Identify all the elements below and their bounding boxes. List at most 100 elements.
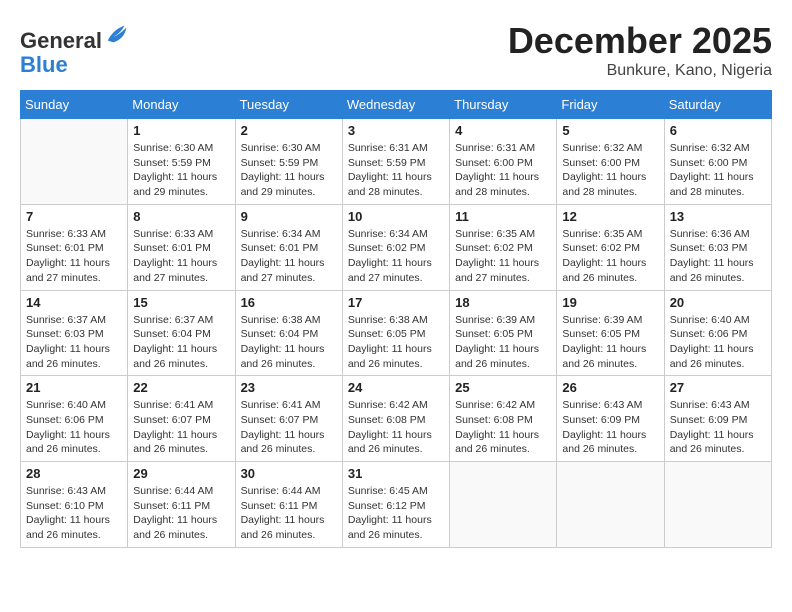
weekday-header-monday: Monday (128, 91, 235, 119)
day-number: 26 (562, 380, 658, 395)
logo-general: General (20, 28, 102, 53)
day-number: 18 (455, 295, 551, 310)
day-number: 3 (348, 123, 444, 138)
day-info: Sunrise: 6:45 AMSunset: 6:12 PMDaylight:… (348, 484, 444, 543)
calendar-cell: 1 Sunrise: 6:30 AMSunset: 5:59 PMDaylight… (128, 119, 235, 205)
calendar-cell: 13 Sunrise: 6:36 AMSunset: 6:03 PMDayligh… (664, 204, 771, 290)
day-number: 12 (562, 209, 658, 224)
day-number: 20 (670, 295, 766, 310)
day-number: 2 (241, 123, 337, 138)
day-info: Sunrise: 6:37 AMSunset: 6:04 PMDaylight:… (133, 313, 229, 372)
day-number: 5 (562, 123, 658, 138)
calendar-week-1: 1 Sunrise: 6:30 AMSunset: 5:59 PMDaylight… (21, 119, 772, 205)
calendar-cell: 12 Sunrise: 6:35 AMSunset: 6:02 PMDayligh… (557, 204, 664, 290)
day-info: Sunrise: 6:30 AMSunset: 5:59 PMDaylight:… (241, 141, 337, 200)
page-header: General Blue December 2025 Bunkure, Kano… (20, 20, 772, 80)
calendar-cell: 30Sunrise: 6:44 AMSunset: 6:11 PMDayligh… (235, 462, 342, 548)
calendar-cell: 21 Sunrise: 6:40 AMSunset: 6:06 PMDayligh… (21, 376, 128, 462)
logo-bird-icon (104, 20, 132, 48)
day-info: Sunrise: 6:35 AMSunset: 6:02 PMDaylight:… (562, 227, 658, 286)
day-number: 30 (241, 466, 337, 481)
calendar-cell: 17 Sunrise: 6:38 AMSunset: 6:05 PMDayligh… (342, 290, 449, 376)
day-number: 15 (133, 295, 229, 310)
day-info: Sunrise: 6:40 AMSunset: 6:06 PMDaylight:… (26, 398, 122, 457)
calendar-cell: 3Sunrise: 6:31 AMSunset: 5:59 PMDaylight… (342, 119, 449, 205)
calendar-cell: 28 Sunrise: 6:43 AMSunset: 6:10 PMDayligh… (21, 462, 128, 548)
day-number: 13 (670, 209, 766, 224)
day-info: Sunrise: 6:43 AMSunset: 6:09 PMDaylight:… (670, 398, 766, 457)
day-number: 9 (241, 209, 337, 224)
day-info: Sunrise: 6:34 AMSunset: 6:01 PMDaylight:… (241, 227, 337, 286)
calendar-cell: 10Sunrise: 6:34 AMSunset: 6:02 PMDayligh… (342, 204, 449, 290)
day-info: Sunrise: 6:41 AMSunset: 6:07 PMDaylight:… (133, 398, 229, 457)
day-info: Sunrise: 6:40 AMSunset: 6:06 PMDaylight:… (670, 313, 766, 372)
day-number: 21 (26, 380, 122, 395)
day-number: 11 (455, 209, 551, 224)
calendar-cell: 18 Sunrise: 6:39 AMSunset: 6:05 PMDayligh… (450, 290, 557, 376)
calendar-cell: 20 Sunrise: 6:40 AMSunset: 6:06 PMDayligh… (664, 290, 771, 376)
calendar-cell: 8Sunrise: 6:33 AMSunset: 6:01 PMDaylight… (128, 204, 235, 290)
calendar-cell: 16Sunrise: 6:38 AMSunset: 6:04 PMDayligh… (235, 290, 342, 376)
day-info: Sunrise: 6:38 AMSunset: 6:05 PMDaylight:… (348, 313, 444, 372)
logo-text: General Blue (20, 20, 132, 77)
calendar-cell: 24Sunrise: 6:42 AMSunset: 6:08 PMDayligh… (342, 376, 449, 462)
day-info: Sunrise: 6:36 AMSunset: 6:03 PMDaylight:… (670, 227, 766, 286)
day-info: Sunrise: 6:37 AMSunset: 6:03 PMDaylight:… (26, 313, 122, 372)
calendar-cell: 2 Sunrise: 6:30 AMSunset: 5:59 PMDaylight… (235, 119, 342, 205)
day-info: Sunrise: 6:33 AMSunset: 6:01 PMDaylight:… (26, 227, 122, 286)
day-number: 27 (670, 380, 766, 395)
calendar-week-5: 28 Sunrise: 6:43 AMSunset: 6:10 PMDayligh… (21, 462, 772, 548)
day-number: 14 (26, 295, 122, 310)
weekday-header-friday: Friday (557, 91, 664, 119)
day-info: Sunrise: 6:39 AMSunset: 6:05 PMDaylight:… (562, 313, 658, 372)
day-info: Sunrise: 6:32 AMSunset: 6:00 PMDaylight:… (562, 141, 658, 200)
calendar-week-2: 7Sunrise: 6:33 AMSunset: 6:01 PMDaylight… (21, 204, 772, 290)
day-info: Sunrise: 6:43 AMSunset: 6:09 PMDaylight:… (562, 398, 658, 457)
day-info: Sunrise: 6:31 AMSunset: 6:00 PMDaylight:… (455, 141, 551, 200)
calendar-cell: 31 Sunrise: 6:45 AMSunset: 6:12 PMDayligh… (342, 462, 449, 548)
title-block: December 2025 Bunkure, Kano, Nigeria (508, 20, 772, 80)
calendar-cell: 9 Sunrise: 6:34 AMSunset: 6:01 PMDaylight… (235, 204, 342, 290)
calendar-header-row: SundayMondayTuesdayWednesdayThursdayFrid… (21, 91, 772, 119)
logo-blue: Blue (20, 52, 68, 77)
day-info: Sunrise: 6:41 AMSunset: 6:07 PMDaylight:… (241, 398, 337, 457)
weekday-header-saturday: Saturday (664, 91, 771, 119)
day-info: Sunrise: 6:42 AMSunset: 6:08 PMDaylight:… (455, 398, 551, 457)
day-number: 31 (348, 466, 444, 481)
logo: General Blue (20, 20, 132, 77)
calendar-week-4: 21 Sunrise: 6:40 AMSunset: 6:06 PMDayligh… (21, 376, 772, 462)
day-number: 10 (348, 209, 444, 224)
calendar-cell (21, 119, 128, 205)
day-info: Sunrise: 6:33 AMSunset: 6:01 PMDaylight:… (133, 227, 229, 286)
calendar-cell: 14 Sunrise: 6:37 AMSunset: 6:03 PMDayligh… (21, 290, 128, 376)
calendar-cell: 26 Sunrise: 6:43 AMSunset: 6:09 PMDayligh… (557, 376, 664, 462)
day-info: Sunrise: 6:43 AMSunset: 6:10 PMDaylight:… (26, 484, 122, 543)
calendar-cell: 19 Sunrise: 6:39 AMSunset: 6:05 PMDayligh… (557, 290, 664, 376)
day-number: 28 (26, 466, 122, 481)
day-info: Sunrise: 6:30 AMSunset: 5:59 PMDaylight:… (133, 141, 229, 200)
day-number: 17 (348, 295, 444, 310)
day-number: 19 (562, 295, 658, 310)
day-number: 1 (133, 123, 229, 138)
day-number: 23 (241, 380, 337, 395)
day-number: 4 (455, 123, 551, 138)
location: Bunkure, Kano, Nigeria (508, 62, 772, 80)
calendar-cell: 25 Sunrise: 6:42 AMSunset: 6:08 PMDayligh… (450, 376, 557, 462)
weekday-header-tuesday: Tuesday (235, 91, 342, 119)
day-number: 29 (133, 466, 229, 481)
day-number: 25 (455, 380, 551, 395)
weekday-header-wednesday: Wednesday (342, 91, 449, 119)
calendar-cell: 11Sunrise: 6:35 AMSunset: 6:02 PMDayligh… (450, 204, 557, 290)
calendar-cell: 7Sunrise: 6:33 AMSunset: 6:01 PMDaylight… (21, 204, 128, 290)
calendar-cell: 22Sunrise: 6:41 AMSunset: 6:07 PMDayligh… (128, 376, 235, 462)
weekday-header-sunday: Sunday (21, 91, 128, 119)
calendar-week-3: 14 Sunrise: 6:37 AMSunset: 6:03 PMDayligh… (21, 290, 772, 376)
day-info: Sunrise: 6:39 AMSunset: 6:05 PMDaylight:… (455, 313, 551, 372)
day-info: Sunrise: 6:32 AMSunset: 6:00 PMDaylight:… (670, 141, 766, 200)
calendar-cell (664, 462, 771, 548)
calendar-cell (450, 462, 557, 548)
day-info: Sunrise: 6:44 AMSunset: 6:11 PMDaylight:… (133, 484, 229, 543)
weekday-header-thursday: Thursday (450, 91, 557, 119)
day-number: 16 (241, 295, 337, 310)
calendar-cell: 4 Sunrise: 6:31 AMSunset: 6:00 PMDaylight… (450, 119, 557, 205)
